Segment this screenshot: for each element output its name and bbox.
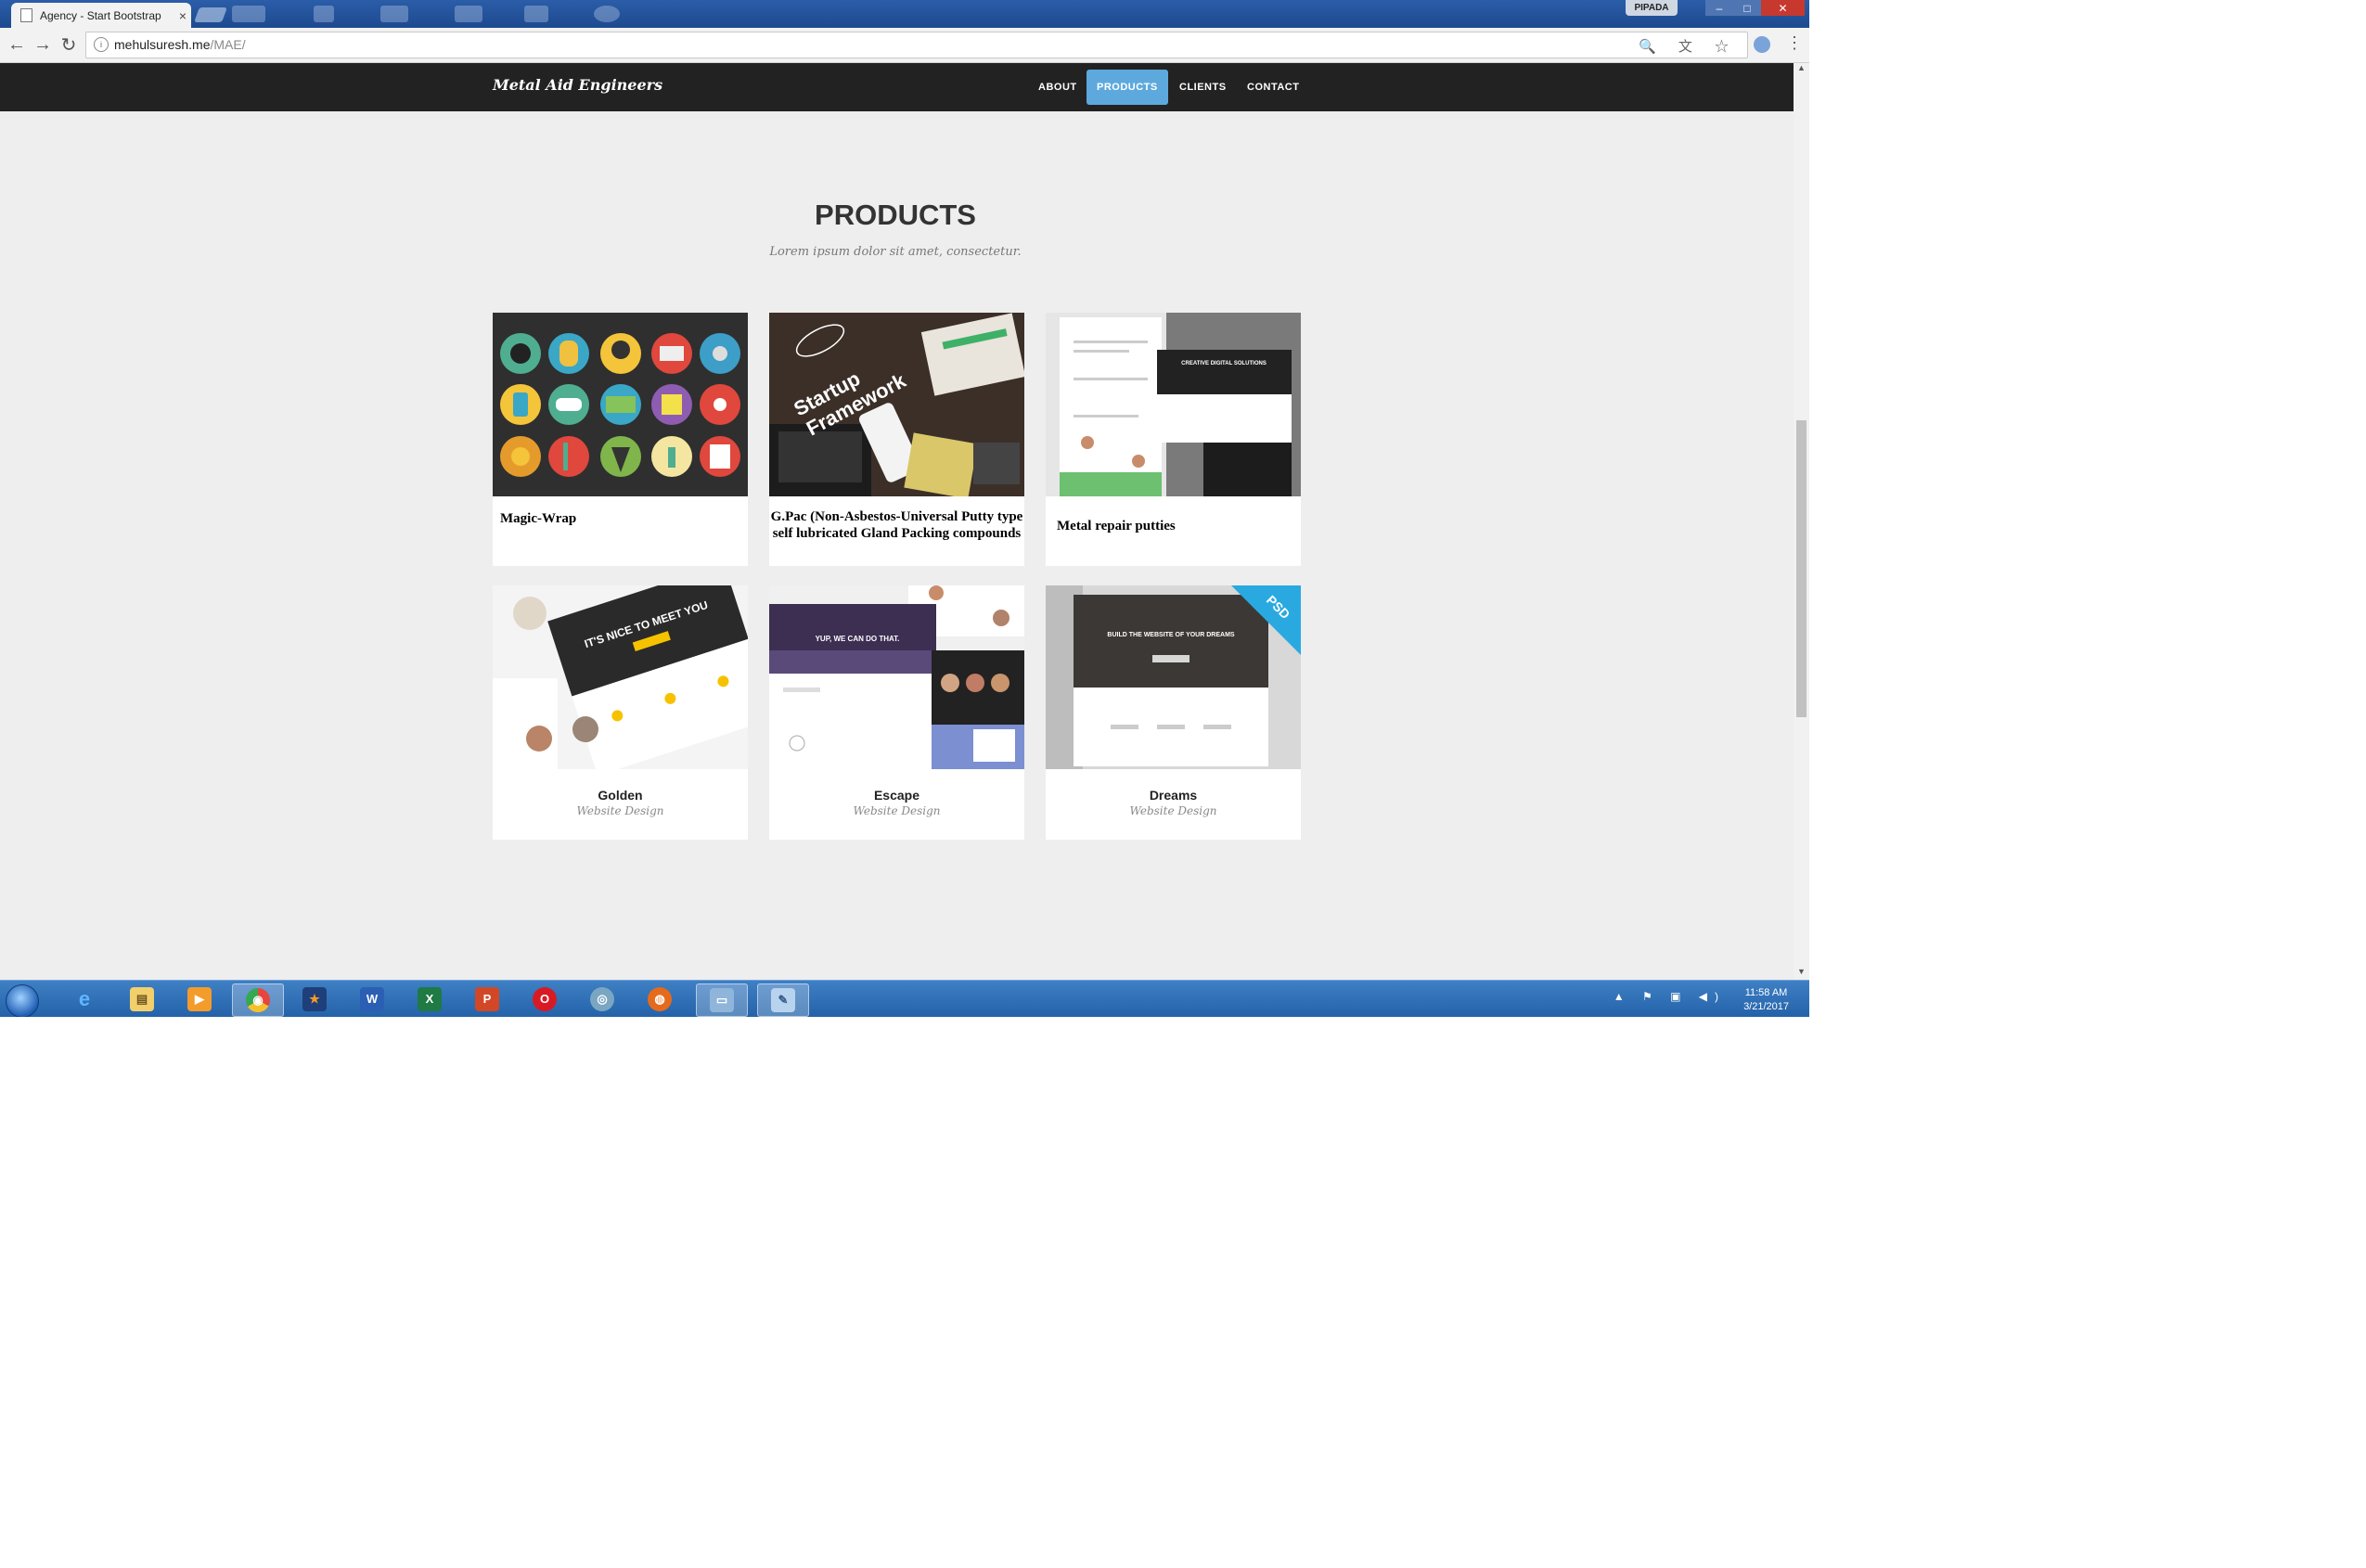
- icons-grid-image: [500, 333, 740, 477]
- url-text: mehulsuresh.me/MAE/: [114, 37, 246, 52]
- browser-toolbar: ← → ↻ i mehulsuresh.me/MAE/ 🔍 文 ☆ ⋮: [0, 28, 1809, 63]
- scroll-thumb[interactable]: [1796, 420, 1807, 717]
- section-title: PRODUCTS: [815, 199, 976, 231]
- product-subtitle: Website Design: [853, 804, 941, 817]
- product-title: Golden: [598, 788, 643, 803]
- product-title: G.Pac (Non-Asbestos-Universal Putty type…: [770, 509, 1023, 541]
- background-icon: [314, 6, 334, 22]
- profile-badge[interactable]: PIPADA: [1626, 0, 1678, 16]
- product-subtitle: Website Design: [1129, 804, 1217, 817]
- powerpoint-icon[interactable]: P: [462, 983, 512, 1015]
- firefox-icon[interactable]: ◍: [635, 983, 685, 1015]
- golden-mockup-image: IT'S NICE TO MEET YOU: [493, 585, 748, 769]
- url-host: mehulsuresh.me: [114, 37, 211, 52]
- omnibox-icons[interactable]: 🔍 文 ☆: [1639, 36, 1738, 56]
- background-icon: [524, 6, 548, 22]
- tab-close-icon[interactable]: ×: [174, 8, 191, 23]
- background-icon: [594, 6, 620, 22]
- nav-products[interactable]: PRODUCTS: [1087, 70, 1168, 105]
- product-caption: G.Pac (Non-Asbestos-Universal Putty type…: [769, 508, 1024, 542]
- browser-tab-strip: Agency - Start Bootstrap × PIPADA – □ ✕: [0, 0, 1809, 28]
- new-tab-button[interactable]: [194, 7, 227, 22]
- clock[interactable]: 11:58 AM 3/21/2017: [1743, 986, 1789, 1014]
- product-title: Escape: [873, 788, 920, 803]
- startup-framework-image: Startup Framework: [769, 313, 1024, 496]
- extension-icon[interactable]: [1754, 36, 1770, 53]
- explorer-icon[interactable]: ▤: [117, 983, 167, 1015]
- product-thumbnail[interactable]: YUP, WE CAN DO THAT.: [769, 585, 1024, 769]
- app-icon[interactable]: ★: [289, 983, 340, 1015]
- start-button[interactable]: [6, 984, 39, 1017]
- product-caption: Magic-Wrap: [493, 511, 755, 527]
- info-icon[interactable]: i: [94, 37, 109, 52]
- product-thumbnail[interactable]: Startup Framework: [769, 313, 1024, 496]
- window-icon[interactable]: ▭: [696, 983, 748, 1017]
- chrome-menu-icon[interactable]: ⋮: [1786, 33, 1803, 53]
- system-tray-icons[interactable]: ▲ ⚑ ▣ ◀): [1614, 990, 1726, 1003]
- forward-icon[interactable]: →: [32, 33, 54, 56]
- browser-tab[interactable]: Agency - Start Bootstrap ×: [11, 3, 191, 28]
- product-caption: Metal repair putties: [1046, 519, 1312, 534]
- page-scrollbar[interactable]: ▲ ▼: [1794, 63, 1809, 980]
- back-icon[interactable]: ←: [6, 33, 28, 56]
- clock-time: 11:58 AM: [1744, 987, 1788, 998]
- product-caption: Escape Website Design: [769, 788, 1024, 817]
- page-favicon-icon: [20, 8, 32, 22]
- opera-icon[interactable]: O: [520, 983, 570, 1015]
- scroll-down-icon[interactable]: ▼: [1794, 967, 1809, 980]
- product-thumbnail[interactable]: [493, 313, 748, 496]
- paint-icon[interactable]: ✎: [757, 983, 809, 1017]
- product-card[interactable]: Magic-Wrap: [493, 313, 748, 566]
- chrome-icon[interactable]: ◉: [232, 983, 284, 1017]
- product-card[interactable]: Startup Framework G.Pac (Non-Asbestos-Un…: [769, 313, 1024, 566]
- website-mockup-image: CREATIVE DIGITAL SOLUTIONS: [1046, 313, 1301, 496]
- product-thumbnail[interactable]: IT'S NICE TO MEET YOU: [493, 585, 748, 769]
- windows-taskbar: e ▤ ▶ ◉ ★ W X P O ◎ ◍ ▭ ✎ ▲ ⚑ ▣ ◀) 11:58…: [0, 980, 1809, 1017]
- maximize-button[interactable]: □: [1733, 0, 1761, 16]
- product-caption: Golden Website Design: [493, 788, 748, 817]
- dreams-mockup-image: BUILD THE WEBSITE OF YOUR DREAMS PSD: [1046, 585, 1301, 769]
- product-card[interactable]: YUP, WE CAN DO THAT. Escape Website Desi…: [769, 585, 1024, 840]
- url-path: /MAE/: [210, 37, 246, 52]
- product-card[interactable]: IT'S NICE TO MEET YOU Golden Website Des…: [493, 585, 748, 840]
- escape-text: YUP, WE CAN DO THAT.: [816, 635, 900, 643]
- product-title: Dreams: [1149, 788, 1198, 803]
- creative-text: CREATIVE DIGITAL SOLUTIONS: [1181, 361, 1267, 366]
- dreams-text: BUILD THE WEBSITE OF YOUR DREAMS: [1107, 632, 1234, 638]
- close-window-button[interactable]: ✕: [1761, 0, 1805, 16]
- product-thumbnail[interactable]: CREATIVE DIGITAL SOLUTIONS: [1046, 313, 1301, 496]
- nav-about[interactable]: ABOUT: [1028, 70, 1087, 105]
- product-thumbnail[interactable]: BUILD THE WEBSITE OF YOUR DREAMS PSD: [1046, 585, 1301, 769]
- background-icon: [380, 6, 408, 22]
- nav-clients[interactable]: CLIENTS: [1169, 70, 1237, 105]
- ie-icon[interactable]: e: [59, 983, 109, 1015]
- product-title: Metal repair putties: [1057, 519, 1176, 533]
- site-navbar: Metal Aid Engineers ABOUT PRODUCTS CLIEN…: [0, 63, 1794, 111]
- section-subtitle: Lorem ipsum dolor sit amet, consectetur.: [769, 245, 1022, 259]
- product-caption: Dreams Website Design: [1046, 788, 1301, 817]
- scroll-up-icon[interactable]: ▲: [1794, 63, 1809, 76]
- product-card[interactable]: CREATIVE DIGITAL SOLUTIONS Metal repair …: [1046, 313, 1301, 566]
- nav-contact[interactable]: CONTACT: [1237, 70, 1309, 105]
- media-player-icon[interactable]: ▶: [174, 983, 225, 1015]
- tab-title: Agency - Start Bootstrap: [40, 8, 161, 22]
- clock-date: 3/21/2017: [1743, 1001, 1789, 1012]
- address-bar[interactable]: i mehulsuresh.me/MAE/ 🔍 文 ☆: [85, 32, 1748, 58]
- web-page: Metal Aid Engineers ABOUT PRODUCTS CLIEN…: [0, 63, 1794, 980]
- background-icon: [455, 6, 482, 22]
- network-icon[interactable]: ◎: [577, 983, 627, 1015]
- product-title: Magic-Wrap: [500, 511, 577, 526]
- screen: Agency - Start Bootstrap × PIPADA – □ ✕ …: [0, 0, 1809, 1017]
- excel-icon[interactable]: X: [405, 983, 455, 1015]
- background-icon: [232, 6, 265, 22]
- minimize-button[interactable]: –: [1705, 0, 1733, 16]
- product-subtitle: Website Design: [576, 804, 664, 817]
- word-icon[interactable]: W: [347, 983, 397, 1015]
- reload-icon[interactable]: ↻: [58, 33, 80, 56]
- product-card[interactable]: BUILD THE WEBSITE OF YOUR DREAMS PSD Dre…: [1046, 585, 1301, 840]
- escape-mockup-image: YUP, WE CAN DO THAT.: [769, 585, 1024, 769]
- site-brand[interactable]: Metal Aid Engineers: [493, 76, 662, 94]
